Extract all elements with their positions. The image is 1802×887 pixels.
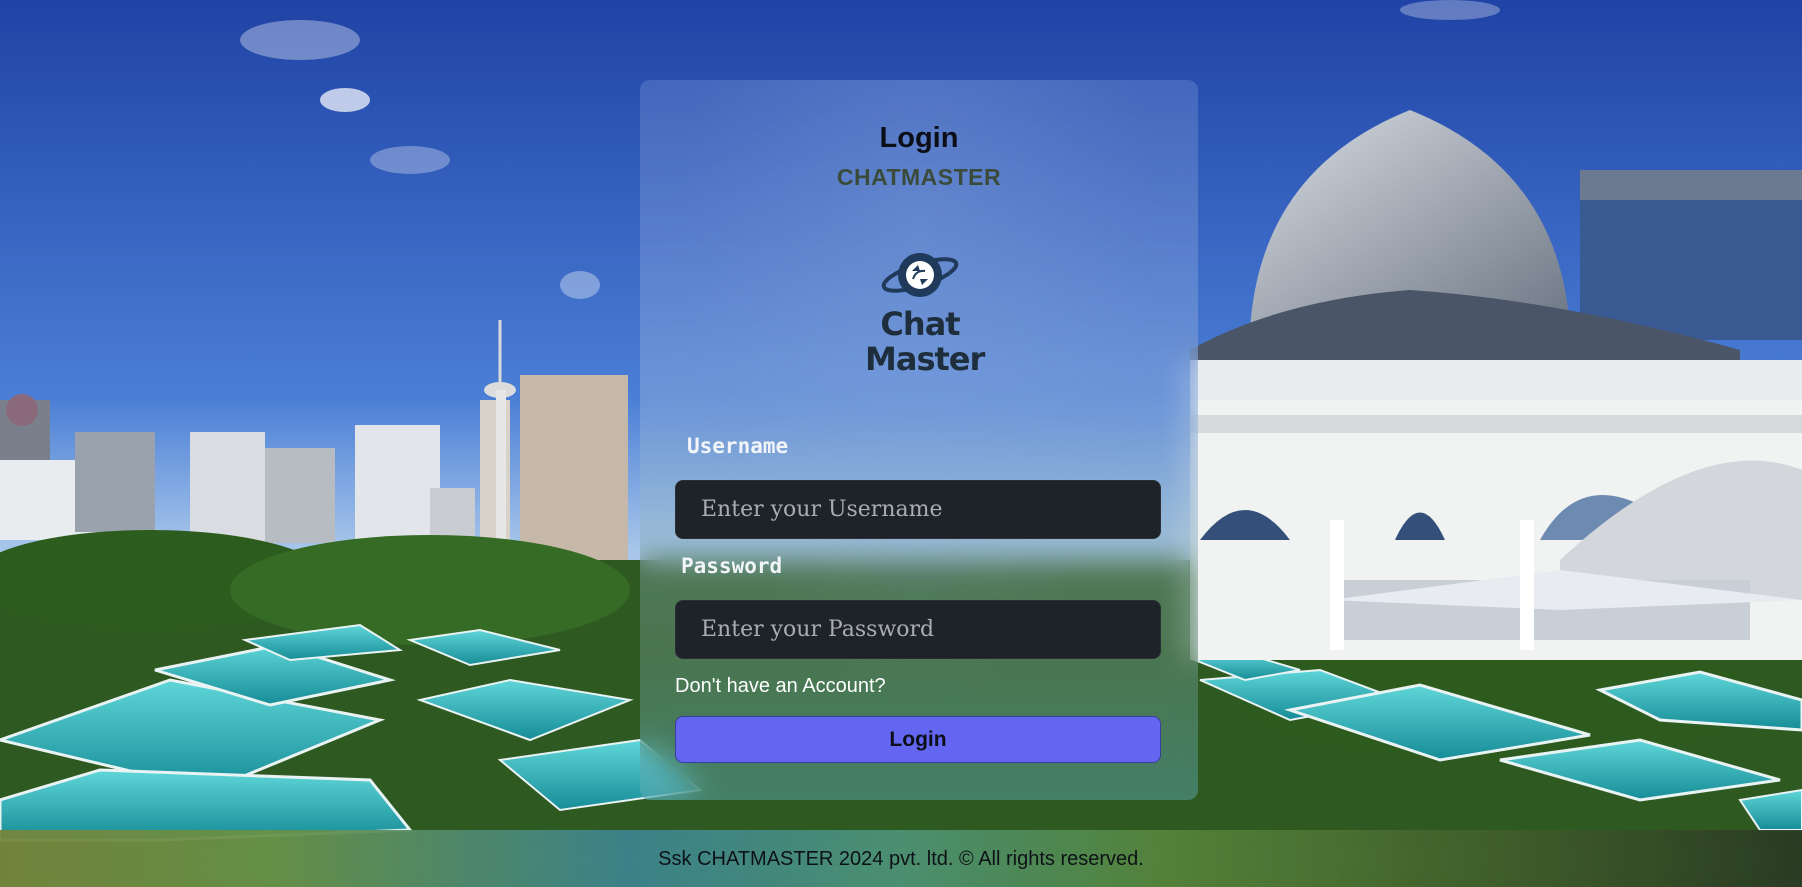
footer-copyright: Ssk CHATMASTER 2024 pvt. ltd. © All righ… [658,848,1144,870]
username-label: Username [687,434,789,458]
chatmaster-logo: Chat Master [865,245,985,378]
username-input[interactable] [675,480,1161,539]
password-label: Password [681,554,783,578]
login-title: Login [879,122,959,154]
signup-link[interactable]: Don't have an Account? [675,675,886,698]
logo-line-master: Master [865,340,985,378]
logo-wordmark: Chat Master [865,305,985,378]
login-page: Login CHATMASTER Chat Master Username Pa… [0,0,1802,887]
login-card: Login CHATMASTER Chat Master Username Pa… [640,80,1198,800]
logo-line-chat: Chat [880,305,960,343]
planet-chat-icon [881,253,959,297]
password-input[interactable] [675,600,1161,659]
brand-name: CHATMASTER [836,164,1002,190]
login-button[interactable]: Login [675,716,1161,763]
footer: Ssk CHATMASTER 2024 pvt. ltd. © All righ… [0,830,1802,887]
